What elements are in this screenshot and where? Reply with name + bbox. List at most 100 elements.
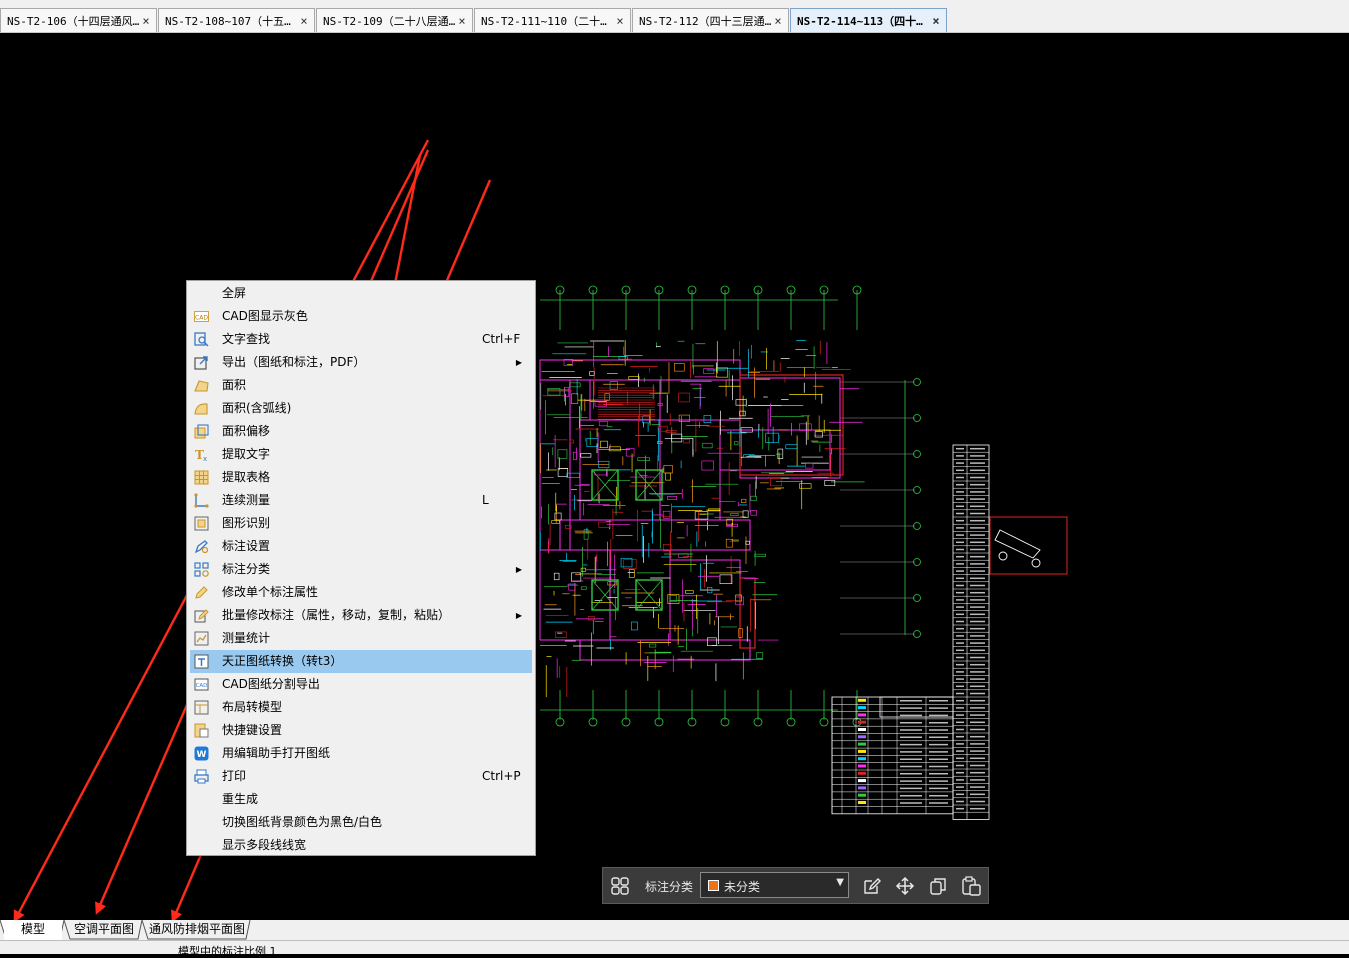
document-tab-1[interactable]: NS-T2-106（十四层通风及防排烟平面图）× <box>0 8 157 32</box>
close-icon[interactable]: × <box>298 14 310 28</box>
menu-item-7[interactable]: 面积偏移 <box>190 420 532 443</box>
close-icon[interactable]: × <box>140 14 152 28</box>
menu-item-label: 显示多段线线宽 <box>222 838 307 852</box>
layout-tab-bar: 模型 空调平面图 通风防排烟平面图 <box>0 920 1349 940</box>
menu-item-14[interactable]: 修改单个标注属性 <box>190 581 532 604</box>
copy-icon[interactable] <box>928 876 948 896</box>
tangent-convert-icon <box>194 654 209 669</box>
move-icon[interactable] <box>895 876 915 896</box>
menu-item-12[interactable]: 标注设置 <box>190 535 532 558</box>
menu-item-22[interactable]: 打印 Ctrl+P <box>190 765 532 788</box>
edit-annotation-icon <box>195 586 208 599</box>
print-icon <box>194 769 209 784</box>
menu-item-8[interactable]: Tx 提取文字 <box>190 443 532 466</box>
menu-item-25[interactable]: 显示多段线线宽 <box>190 834 532 857</box>
menu-item-shortcut: Ctrl+P <box>482 769 521 783</box>
close-icon[interactable]: × <box>614 14 626 28</box>
menu-item-21[interactable]: W 用编辑助手打开图纸 <box>190 742 532 765</box>
layout-tab-model[interactable]: 模型 <box>4 920 62 940</box>
menu-item-label: 提取文字 <box>222 447 271 461</box>
grid-apps-icon[interactable] <box>611 877 629 895</box>
menu-item-shortcut: L <box>482 493 489 507</box>
menu-item-label: 批量修改标注（属性，移动，复制，粘贴） <box>222 608 451 622</box>
menu-item-2[interactable]: CAD CAD图显示灰色 <box>190 305 532 328</box>
document-tab-label: NS-T2-106（十四层通风及防排烟平面图） <box>7 14 140 28</box>
status-bar: 模型中的标注比例 1 <box>0 940 1349 958</box>
document-tab-label: NS-T2-109（二十八层通风平面图） <box>323 14 456 28</box>
context-menu: 全屏 CAD CAD图显示灰色 文字查找 Ctrl+F 导出（图纸和标注，PDF） ▶ 面积面… <box>186 280 536 856</box>
menu-item-24[interactable]: 切换图纸背景颜色为黑色/白色 <box>190 811 532 834</box>
extract-table-icon <box>194 470 209 485</box>
menu-item-5[interactable]: 面积 <box>190 374 532 397</box>
close-icon[interactable]: × <box>772 14 784 28</box>
chevron-down-icon: ▼ <box>836 877 844 888</box>
document-tab-label: NS-T2-114~113（四十四层） <box>797 14 930 28</box>
annotation-toolbar: 标注分类 未分类 ▼ <box>602 867 989 904</box>
menu-item-19[interactable]: 布局转模型 <box>190 696 532 719</box>
menu-item-label: 快捷键设置 <box>222 723 283 737</box>
menu-item-10[interactable]: 连续测量 L <box>190 489 532 512</box>
extract-text-icon: Tx <box>195 448 207 462</box>
measure-stats-icon <box>194 631 209 646</box>
menu-item-11[interactable]: 图形识别 <box>190 512 532 535</box>
text-search-icon <box>194 332 209 347</box>
menu-item-20[interactable]: 快捷键设置 <box>190 719 532 742</box>
batch-edit-icon <box>194 609 209 623</box>
annotation-settings-icon <box>194 540 209 554</box>
menu-item-label: 面积偏移 <box>222 424 271 438</box>
menu-item-label: 提取表格 <box>222 470 271 484</box>
cad-gray-icon: CAD <box>194 311 209 322</box>
svg-text:CAD: CAD <box>196 683 208 689</box>
area-arc-icon <box>194 403 208 415</box>
chevron-right-icon: ▶ <box>515 611 522 620</box>
close-icon[interactable]: × <box>930 14 942 28</box>
split-export-icon: CAD <box>194 678 209 691</box>
menu-item-label: 重生成 <box>222 792 259 806</box>
document-tab-2[interactable]: NS-T2-108~107（十五层~二十七层）× <box>158 8 315 32</box>
document-tab-3[interactable]: NS-T2-109（二十八层通风平面图）× <box>316 8 473 32</box>
document-tab-label: NS-T2-112（四十三层通风平面图） <box>639 14 772 28</box>
annotation-category-select[interactable]: 未分类 ▼ <box>700 872 849 898</box>
menu-item-label: 面积(含弧线) <box>222 401 292 415</box>
menu-item-6[interactable]: 面积(含弧线) <box>190 397 532 420</box>
menu-item-13[interactable]: 标注分类 ▶ <box>190 558 532 581</box>
layout-tab-ventilation-plan[interactable]: 通风防排烟平面图 <box>146 920 248 940</box>
menu-item-label: 修改单个标注属性 <box>222 585 319 599</box>
menu-item-label: 连续测量 <box>222 493 271 507</box>
menu-item-label: 天正图纸转换（转t3） <box>222 654 343 668</box>
menu-item-4[interactable]: 导出（图纸和标注，PDF） ▶ <box>190 351 532 374</box>
menu-item-label: 导出（图纸和标注，PDF） <box>222 355 366 369</box>
annotation-category-icon <box>194 562 209 577</box>
document-tab-5[interactable]: NS-T2-112（四十三层通风平面图）× <box>632 8 789 32</box>
paste-icon[interactable] <box>960 875 982 897</box>
area-offset-icon <box>194 424 209 439</box>
menu-item-17[interactable]: 天正图纸转换（转t3） <box>190 650 532 673</box>
menu-item-1[interactable]: 全屏 <box>190 282 532 305</box>
continuous-measure-icon <box>194 493 209 508</box>
document-tab-4[interactable]: NS-T2-111~110（二十九层~四十二层）× <box>474 8 631 32</box>
export-icon <box>194 356 208 370</box>
menu-item-18[interactable]: CAD CAD图纸分割导出 <box>190 673 532 696</box>
shape-recognition-icon <box>194 516 209 531</box>
annotation-scale-status: 模型中的标注比例 1 <box>178 945 277 958</box>
edit-icon[interactable] <box>862 876 882 896</box>
menu-item-23[interactable]: 重生成 <box>190 788 532 811</box>
menu-item-label: 面积 <box>222 378 247 392</box>
menu-item-3[interactable]: 文字查找 Ctrl+F <box>190 328 532 351</box>
menu-item-label: 切换图纸背景颜色为黑色/白色 <box>222 815 383 829</box>
layout-to-model-icon <box>194 700 209 715</box>
edit-assistant-icon: W <box>194 746 209 761</box>
layout-tab-ac-plan[interactable]: 空调平面图 <box>68 920 140 940</box>
close-icon[interactable]: × <box>456 14 468 28</box>
menu-item-16[interactable]: 测量统计 <box>190 627 532 650</box>
svg-text:CAD: CAD <box>195 315 208 322</box>
selected-category: 未分类 <box>724 880 761 894</box>
menu-item-label: 用编辑助手打开图纸 <box>222 746 331 760</box>
menu-item-15[interactable]: 批量修改标注（属性，移动，复制，粘贴） ▶ <box>190 604 532 627</box>
document-tab-6[interactable]: NS-T2-114~113（四十四层）× <box>790 8 947 32</box>
menu-item-label: 标注设置 <box>222 539 271 553</box>
menu-item-label: 标注分类 <box>222 562 271 576</box>
annotation-category-label: 标注分类 <box>645 880 694 894</box>
category-color-swatch <box>708 880 719 891</box>
menu-item-9[interactable]: 提取表格 <box>190 466 532 489</box>
